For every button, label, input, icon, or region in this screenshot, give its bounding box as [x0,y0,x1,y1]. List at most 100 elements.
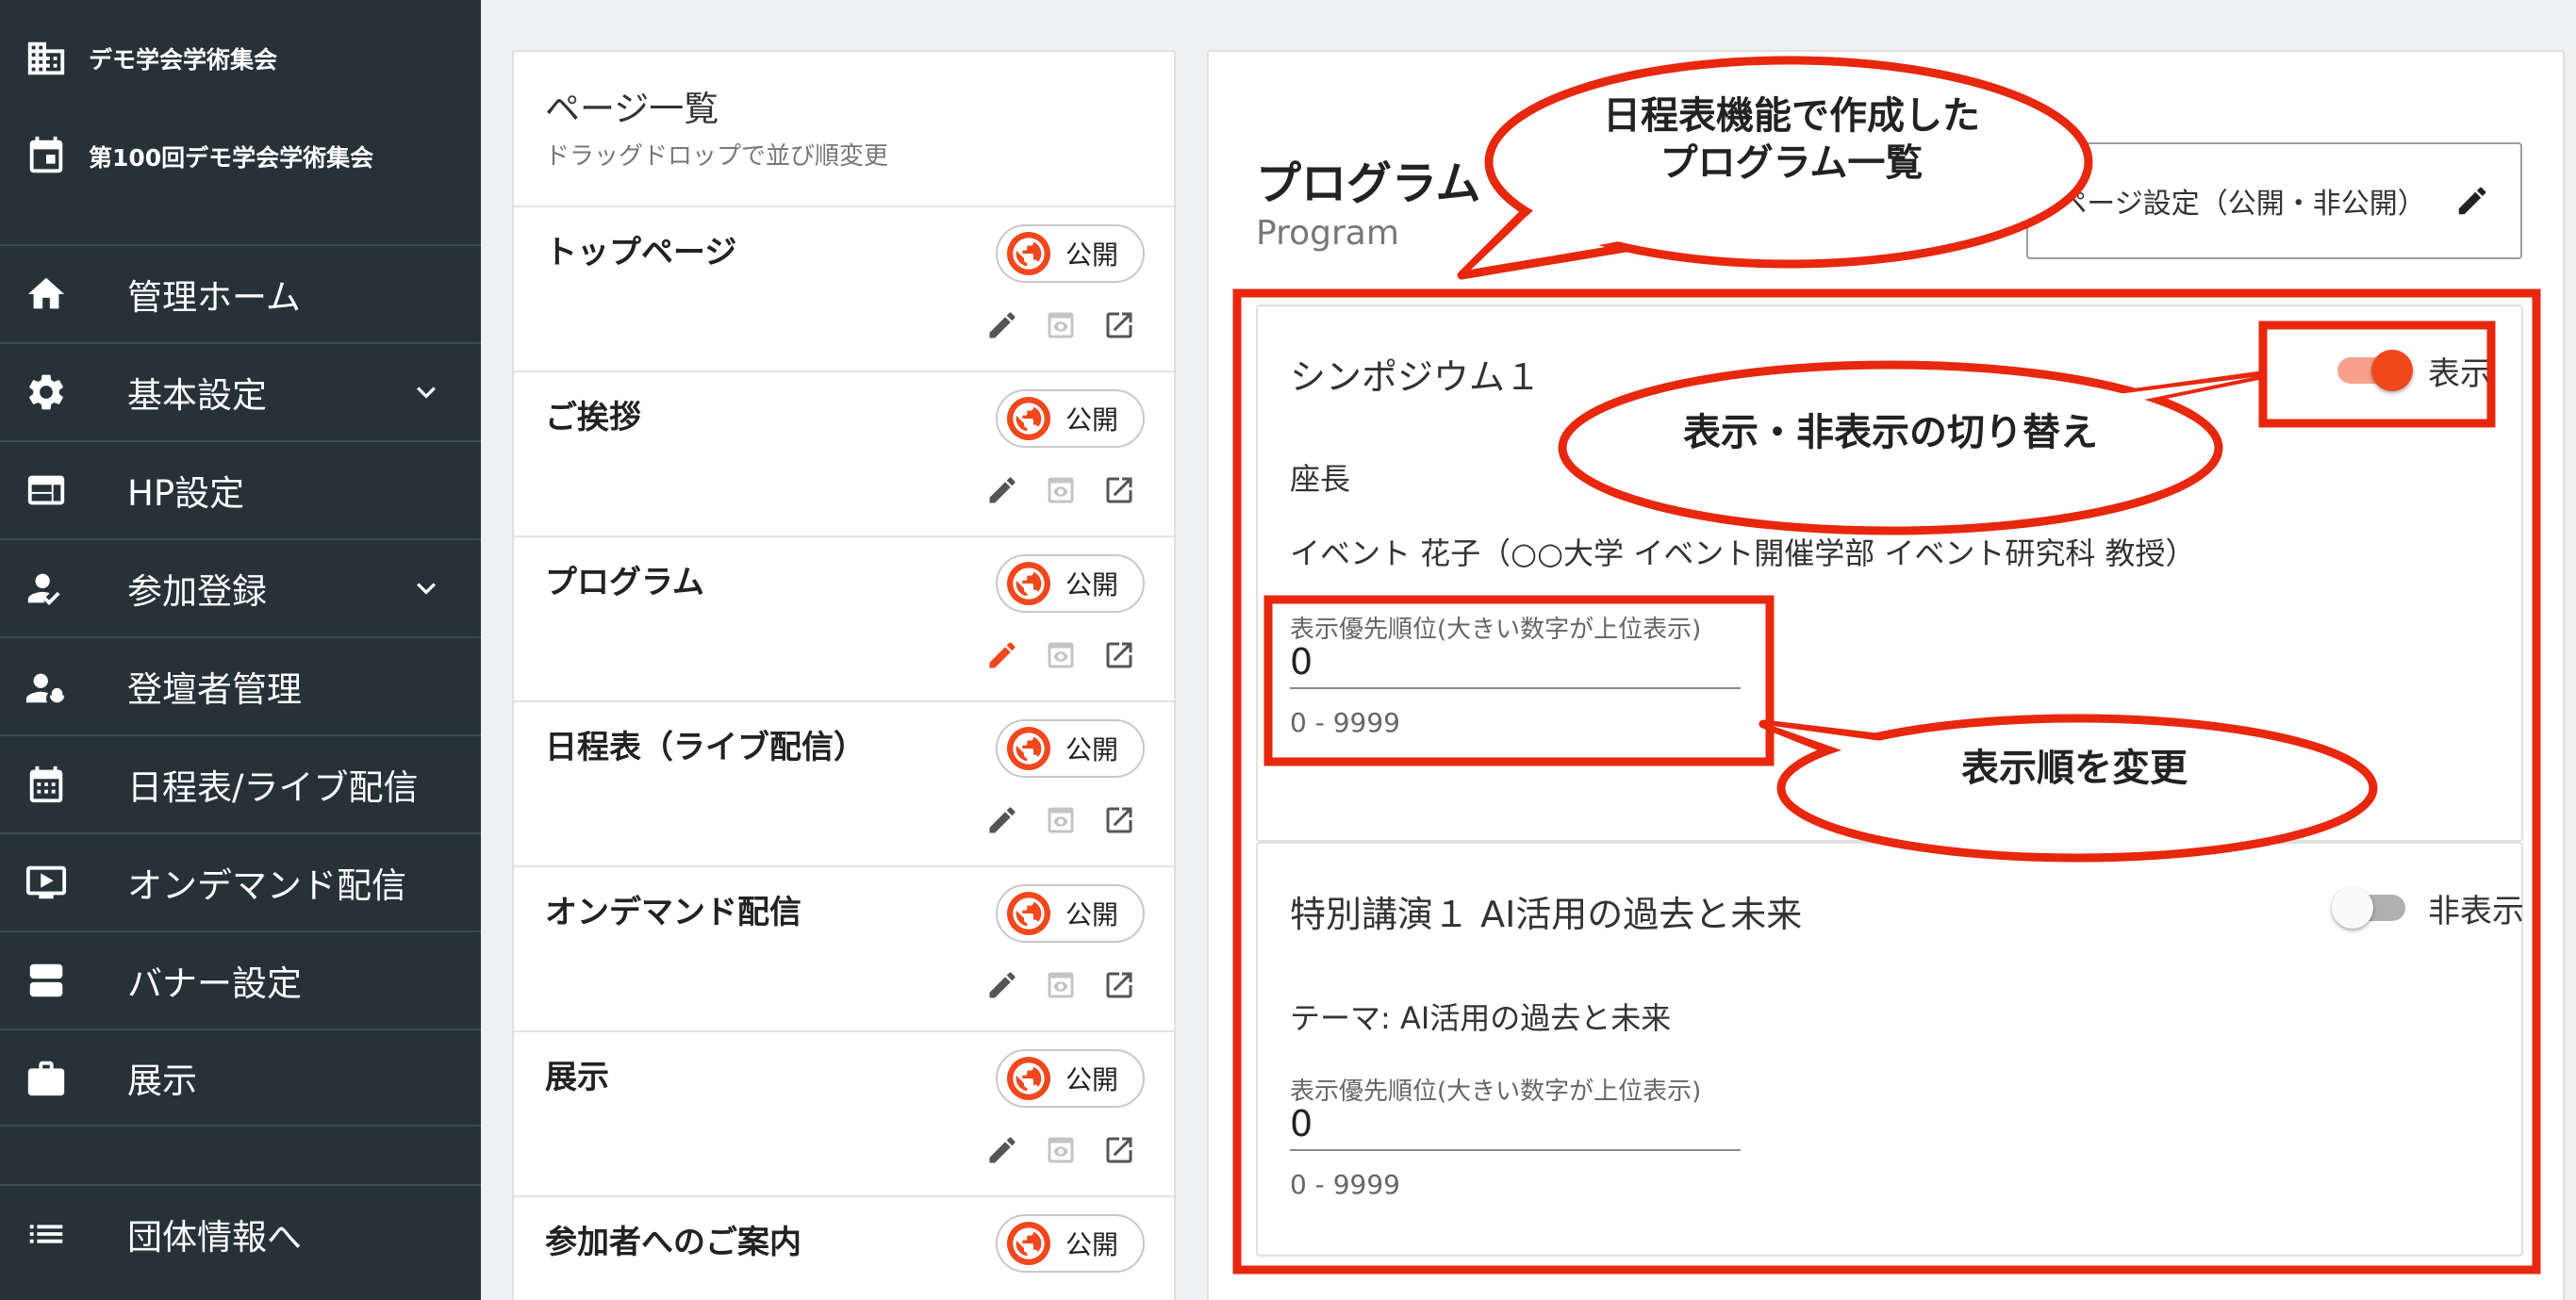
gear-icon [23,369,70,416]
page-name: 日程表（ライブ配信） [545,729,866,766]
page-name: プログラム [545,564,704,601]
chevron-down-icon [407,569,445,607]
publish-status-chip[interactable]: 公開 [996,1214,1145,1273]
edit-pencil-icon[interactable] [983,1131,1021,1169]
page-list-row[interactable]: 参加者へのご案内 公開 [514,1195,1174,1300]
nav-exhibition[interactable]: 展示 [0,1028,481,1127]
page-name: 展示 [545,1059,609,1096]
publish-status-chip[interactable]: 公開 [996,224,1145,283]
row-actions [983,801,1138,839]
program-card: シンポジウム１ 表示 座長 イベント 花子（○○大学 イベント開催学部 イベント… [1256,304,2523,842]
nav-organization-info[interactable]: 団体情報へ [0,1184,481,1282]
page-list-row[interactable]: 展示 公開 [514,1030,1174,1195]
page-list-row[interactable]: トップページ 公開 [514,206,1174,370]
toggle-thumb [2332,887,2373,929]
publish-status-label: 公開 [1065,239,1119,271]
nav-label: バナー設定 [127,963,302,1004]
edit-pencil-icon[interactable] [983,306,1021,344]
event-calendar-icon [29,136,63,173]
edit-pencil-icon[interactable] [983,1296,1021,1300]
publish-status-chip[interactable]: 公開 [996,554,1145,613]
globe-icon [1007,562,1050,605]
nav-label: オンデマンド配信 [127,865,406,906]
publish-status-chip[interactable]: 公開 [996,1049,1145,1108]
globe-icon [1007,1222,1050,1265]
page-name: オンデマンド配信 [545,894,801,931]
open-external-icon[interactable] [1100,306,1138,344]
calendar-icon [23,761,70,808]
home-icon [23,271,70,318]
page-list-row[interactable]: ご挨拶 公開 [514,370,1174,535]
publish-status-label: 公開 [1065,1229,1119,1260]
edit-pencil-icon[interactable] [983,966,1021,1004]
page-name: トップページ [545,234,737,272]
preview-icon[interactable] [1042,801,1080,839]
page-list-row[interactable]: 日程表（ライブ配信） 公開 [514,700,1174,865]
org-name: デモ学会学術集会 [89,46,278,74]
nav-on-demand[interactable]: オンデマンド配信 [0,832,481,930]
edit-pencil-icon[interactable] [983,801,1021,839]
open-external-icon[interactable] [1100,801,1138,839]
publish-status-chip[interactable]: 公開 [996,719,1145,778]
open-external-icon[interactable] [1100,1296,1138,1300]
page-name: ご挨拶 [545,399,641,436]
nav-admin-home[interactable]: 管理ホーム [0,244,481,342]
globe-icon [1007,727,1050,770]
page-subtitle: Program [1256,214,1399,253]
open-external-icon[interactable] [1100,966,1138,1004]
preview-icon[interactable] [1042,1296,1080,1300]
sidebar: デモ学会学術集会 第100回デモ学会学術集会 管理ホーム 基本設定 HP設定 参… [0,0,481,1300]
page-list-title: ページ一覧 [545,89,719,129]
nav-label: 管理ホーム [127,277,301,318]
publish-status-chip[interactable]: 公開 [996,389,1145,448]
row-actions [983,1131,1138,1169]
visibility-toggle[interactable]: 非表示 [2332,880,2535,936]
page-list-row[interactable]: プログラム 公開 [514,535,1174,700]
preview-icon[interactable] [1042,1131,1080,1169]
preview-icon[interactable] [1042,636,1080,674]
program-card-chair: 座長 [1290,461,1351,497]
visibility-toggle[interactable]: 表示 [2337,342,2535,399]
page-title: プログラム [1256,157,1481,210]
event-header[interactable]: 第100回デモ学会学術集会 [25,128,373,185]
speaker-icon [23,663,70,710]
priority-input[interactable] [1290,1098,1741,1151]
nav-label: 参加登録 [127,571,267,612]
nav-registration[interactable]: 参加登録 [0,538,481,636]
globe-icon [1007,892,1050,935]
row-actions [983,966,1138,1004]
event-name: 第100回デモ学会学術集会 [89,144,374,172]
globe-icon [1007,397,1050,440]
list-icon [23,1210,70,1258]
toggle-track [2332,887,2405,929]
edit-pencil-icon[interactable] [983,471,1021,509]
nav-speaker-management[interactable]: 登壇者管理 [0,636,481,734]
page-list-subtitle: ドラッグドロップで並び順変更 [545,142,889,171]
globe-icon [1007,232,1050,275]
nav-hp-settings[interactable]: HP設定 [0,440,481,538]
toggle-label: 非表示 [2428,892,2524,930]
open-external-icon[interactable] [1100,1131,1138,1169]
page-list-row[interactable]: オンデマンド配信 公開 [514,865,1174,1030]
preview-icon[interactable] [1042,306,1080,344]
program-card-theme: テーマ: AI活用の過去と未来 [1290,1000,1672,1036]
publish-status-chip[interactable]: 公開 [996,884,1145,943]
publish-status-label: 公開 [1065,404,1119,436]
open-external-icon[interactable] [1100,636,1138,674]
nav-banner-settings[interactable]: バナー設定 [0,930,481,1028]
preview-icon[interactable] [1042,471,1080,509]
program-panel: プログラム Program ページ設定（公開・非公開） シンポジウム１ 表示 座… [1207,50,2565,1300]
nav-schedule-live[interactable]: 日程表/ライブ配信 [0,734,481,832]
nav-label: 団体情報へ [127,1217,302,1258]
page-settings-button[interactable]: ページ設定（公開・非公開） [2026,142,2522,259]
edit-pencil-icon[interactable] [983,636,1021,674]
web-layout-icon [23,467,70,514]
nav-basic-settings[interactable]: 基本設定 [0,342,481,440]
org-header[interactable]: デモ学会学術集会 [25,30,277,87]
priority-hint: 0 - 9999 [1290,707,1400,738]
priority-input[interactable] [1290,636,1741,689]
preview-icon[interactable] [1042,966,1080,1004]
nav-label: 登壇者管理 [127,669,302,710]
nav-label: 日程表/ライブ配信 [127,767,419,808]
open-external-icon[interactable] [1100,471,1138,509]
